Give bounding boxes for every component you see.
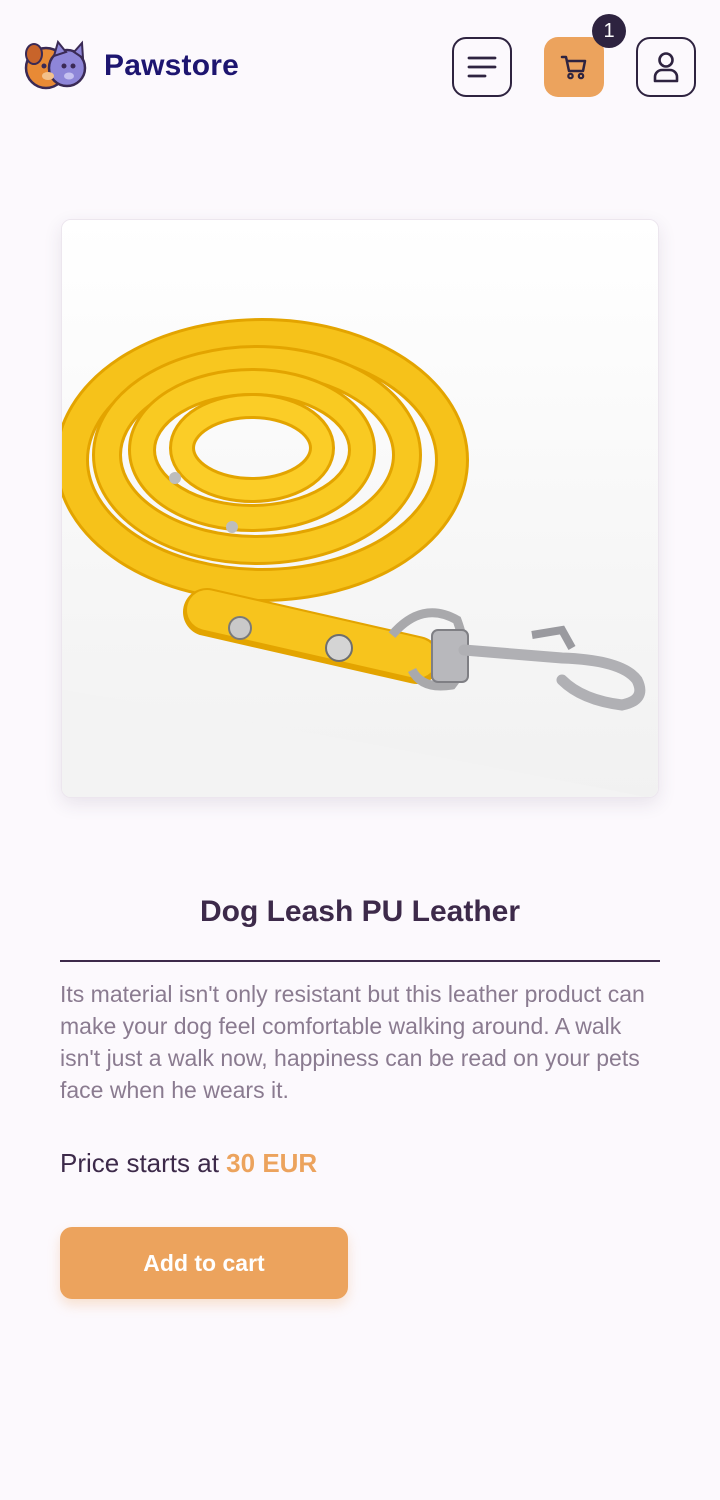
leash-image [62,220,658,797]
price-prefix: Price starts at [60,1148,219,1178]
price-line: Price starts at 30 EUR [60,1148,317,1179]
pet-logo-icon [24,39,87,90]
product-description: Its material isn't only resistant but th… [60,981,645,1103]
user-icon [653,52,679,83]
cart-icon [560,55,587,80]
product-title: Dog Leash PU Leather [199,895,521,928]
title-divider [60,960,660,962]
product-image [61,219,659,798]
header: Pawstore 1 [0,0,720,132]
cart-count-badge: 1 [592,14,626,48]
user-button[interactable] [636,37,696,97]
brand-name: Pawstore [104,49,239,82]
price-amount: 30 EUR [226,1148,318,1178]
add-to-cart-button[interactable]: Add to cart [60,1227,348,1299]
menu-button[interactable] [452,37,512,97]
cart-button[interactable] [544,37,604,97]
logo[interactable]: Pawstore [22,38,239,94]
menu-icon [467,56,497,78]
